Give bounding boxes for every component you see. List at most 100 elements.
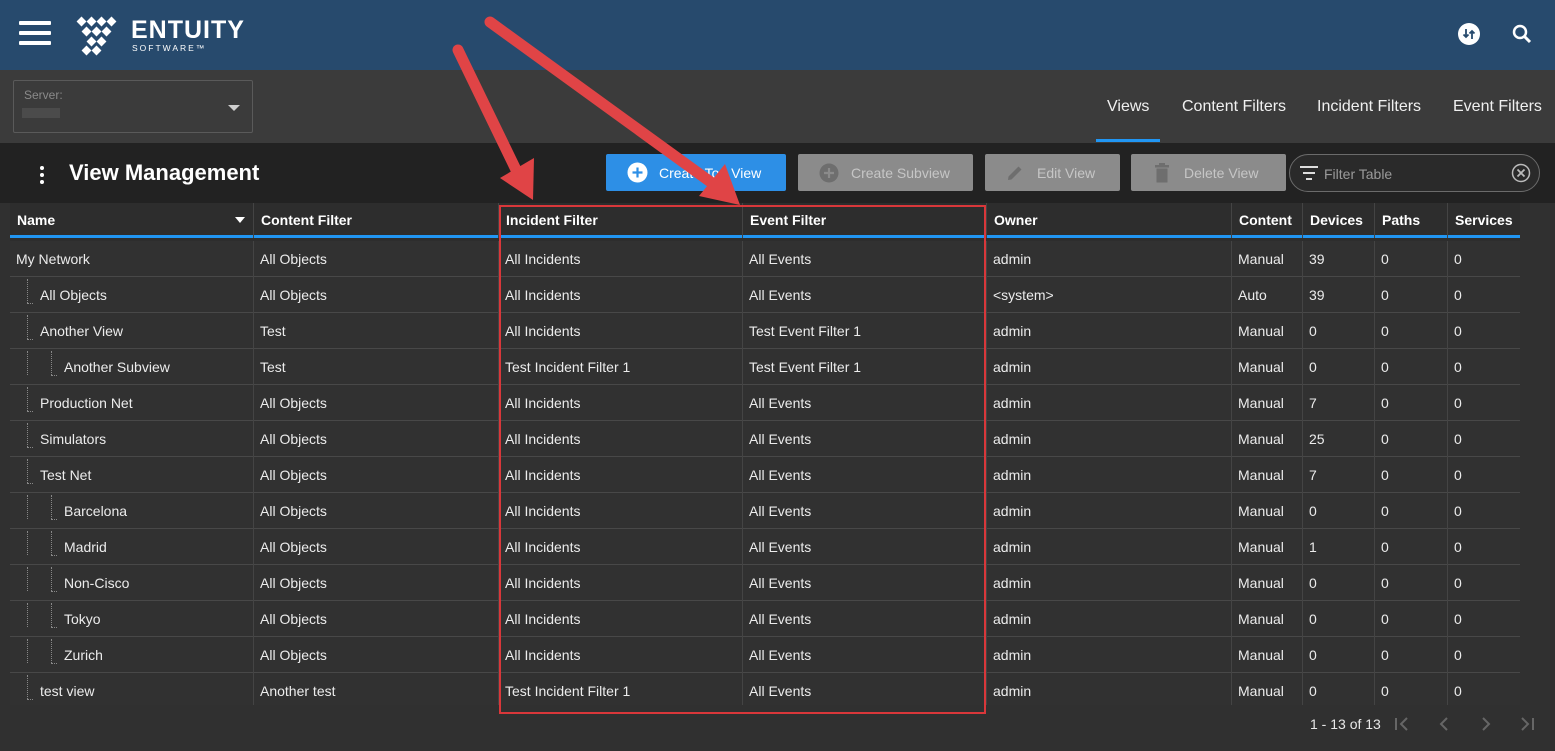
cell-text: 39: [1309, 287, 1325, 303]
table-row[interactable]: Test Net All Objects All Incidents All Even…: [10, 457, 1520, 493]
column-header-name[interactable]: Name: [10, 203, 254, 238]
cell-text: 0: [1381, 251, 1389, 267]
cell-incident-filter: Test Incident Filter 1: [499, 349, 743, 385]
create-subview-button[interactable]: Create Subview: [798, 154, 973, 191]
table-row[interactable]: Madrid All Objects All Incidents All Events…: [10, 529, 1520, 565]
cell-incident-filter: All Incidents: [499, 457, 743, 493]
server-select[interactable]: Server:: [13, 80, 253, 133]
cell-text: 0: [1381, 611, 1389, 627]
cell-text: All Events: [749, 539, 812, 555]
table-row[interactable]: Another View Test All Incidents Test Event …: [10, 313, 1520, 349]
last-page-icon[interactable]: [1518, 715, 1536, 733]
sort-desc-icon[interactable]: [235, 217, 245, 223]
cell-content: Manual: [1232, 421, 1303, 457]
delete-view-button[interactable]: Delete View: [1131, 154, 1286, 191]
cell-text: Manual: [1238, 467, 1284, 483]
clear-icon[interactable]: [1511, 163, 1531, 183]
tab-views[interactable]: Views: [1107, 98, 1149, 116]
cell-text: Test Incident Filter 1: [505, 683, 631, 699]
table-row[interactable]: My Network All Objects All Incidents All Ev…: [10, 241, 1520, 277]
column-header-event-filter[interactable]: Event Filter: [743, 203, 987, 238]
cell-name: Another View: [10, 313, 254, 349]
sync-icon[interactable]: [1457, 22, 1481, 46]
prev-page-icon[interactable]: [1435, 715, 1453, 733]
cell-text: admin: [993, 539, 1032, 555]
column-header-content[interactable]: Content: [1232, 203, 1303, 238]
tree-connector: [27, 411, 33, 412]
tree-guide: [27, 531, 28, 555]
tree-guide: [27, 315, 28, 339]
cell-content: Auto: [1232, 277, 1303, 313]
cell-owner: admin: [987, 313, 1232, 349]
cell-text: Auto: [1238, 287, 1267, 303]
create-top-view-button[interactable]: Create Top View: [606, 154, 786, 191]
table-row[interactable]: Zurich All Objects All Incidents All Events…: [10, 637, 1520, 673]
cell-content: Manual: [1232, 565, 1303, 601]
column-header-paths[interactable]: Paths: [1375, 203, 1448, 238]
cell-text: 0: [1309, 575, 1317, 591]
table-row[interactable]: Production Net All Objects All Incidents Al…: [10, 385, 1520, 421]
cell-text: All Objects: [260, 611, 327, 627]
cell-text: 7: [1309, 467, 1317, 483]
cell-text: 0: [1454, 611, 1462, 627]
cell-content-filter: Test: [254, 349, 499, 385]
cell-services: 0: [1448, 529, 1520, 565]
tree-connector: [51, 663, 57, 664]
search-icon[interactable]: [1510, 22, 1534, 46]
filter-table-input[interactable]: [1324, 165, 1504, 183]
first-page-icon[interactable]: [1393, 715, 1411, 733]
cell-text: Barcelona: [64, 503, 128, 519]
cell-text: 0: [1454, 647, 1462, 663]
create-top-view-label: Create Top View: [659, 164, 762, 181]
cell-text: Manual: [1238, 647, 1284, 663]
page-title: View Management: [69, 160, 260, 185]
cell-incident-filter: All Incidents: [499, 277, 743, 313]
table-row[interactable]: Another Subview Test Test Incident Filter …: [10, 349, 1520, 385]
trash-icon: [1155, 163, 1169, 183]
column-header-services[interactable]: Services: [1448, 203, 1520, 238]
cell-text: 39: [1309, 251, 1325, 267]
cell-text: 25: [1309, 431, 1325, 447]
cell-text: Manual: [1238, 359, 1284, 375]
cell-content: Manual: [1232, 637, 1303, 673]
cell-text: Test: [260, 359, 286, 375]
tab-incident-filters[interactable]: Incident Filters: [1317, 98, 1421, 116]
cell-text: Simulators: [40, 431, 107, 447]
hamburger-icon[interactable]: [19, 21, 51, 45]
cell-text: All Incidents: [505, 575, 581, 591]
table-row[interactable]: Non-Cisco All Objects All Incidents All Eve…: [10, 565, 1520, 601]
cell-services: 0: [1448, 457, 1520, 493]
cell-content: Manual: [1232, 349, 1303, 385]
cell-text: All Incidents: [505, 611, 581, 627]
tree-guide: [51, 495, 52, 519]
cell-text: All Objects: [260, 251, 327, 267]
more-vert-icon[interactable]: [39, 166, 45, 184]
cell-text: Manual: [1238, 323, 1284, 339]
cell-owner: admin: [987, 565, 1232, 601]
tree-guide: [51, 603, 52, 627]
cell-text: 0: [1381, 575, 1389, 591]
cell-devices: 7: [1303, 457, 1375, 493]
cell-text: All Events: [749, 251, 812, 267]
table-row[interactable]: Barcelona All Objects All Incidents All Eve…: [10, 493, 1520, 529]
tree-guide: [27, 567, 28, 591]
column-header-content-filter[interactable]: Content Filter: [254, 203, 499, 238]
tree-guide: [27, 459, 28, 483]
cell-incident-filter: All Incidents: [499, 421, 743, 457]
tab-content-filters[interactable]: Content Filters: [1182, 98, 1286, 116]
edit-view-button[interactable]: Edit View: [985, 154, 1120, 191]
column-header-incident-filter[interactable]: Incident Filter: [499, 203, 743, 238]
cell-incident-filter: All Incidents: [499, 313, 743, 349]
column-header-owner[interactable]: Owner: [987, 203, 1232, 238]
cell-text: Manual: [1238, 431, 1284, 447]
table-row[interactable]: Tokyo All Objects All Incidents All Events a…: [10, 601, 1520, 637]
table-row[interactable]: All Objects All Objects All Incidents All E…: [10, 277, 1520, 313]
cell-content: Manual: [1232, 493, 1303, 529]
server-label: Server:: [24, 88, 63, 102]
table-row[interactable]: Simulators All Objects All Incidents All Ev…: [10, 421, 1520, 457]
table-row[interactable]: test view Another test Test Incident Filte…: [10, 673, 1520, 709]
tab-event-filters[interactable]: Event Filters: [1453, 98, 1542, 116]
column-header-devices[interactable]: Devices: [1303, 203, 1375, 238]
cell-incident-filter: All Incidents: [499, 241, 743, 277]
next-page-icon[interactable]: [1477, 715, 1495, 733]
